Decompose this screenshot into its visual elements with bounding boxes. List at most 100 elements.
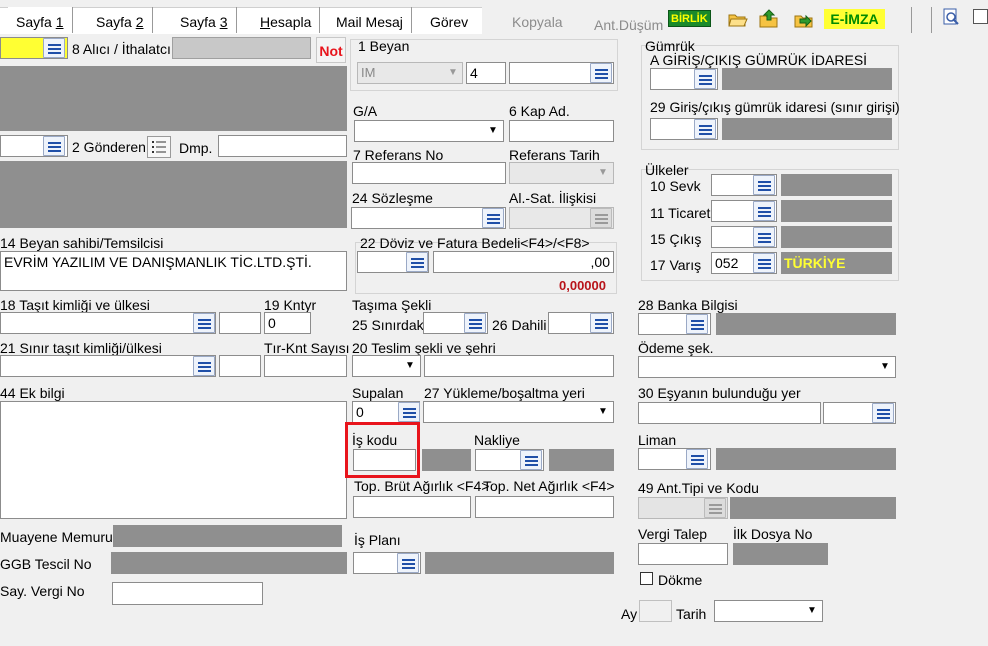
tir-knt-field[interactable] (264, 355, 347, 377)
list-icon[interactable] (147, 136, 171, 158)
net-agirlik-field[interactable] (475, 496, 614, 518)
option-checkbox[interactable] (973, 9, 988, 24)
beyan-picker-button[interactable] (590, 63, 612, 83)
alici-address-area (0, 66, 347, 131)
gonderen-picker-button[interactable] (43, 136, 65, 156)
liman-picker-button[interactable] (686, 449, 708, 469)
ay-field[interactable] (639, 600, 672, 622)
cikis-picker-button[interactable] (753, 227, 775, 247)
chevron-down-icon[interactable]: ▼ (876, 357, 894, 377)
esya-yer-field[interactable] (638, 402, 821, 424)
dokme-checkbox[interactable] (640, 572, 653, 585)
ga-label: G/A (353, 103, 378, 119)
ant-dusum-button[interactable]: Ant.Düşüm (594, 17, 663, 33)
chevron-down-icon[interactable]: ▼ (401, 356, 419, 376)
dmp-field[interactable] (218, 135, 347, 157)
search-document-icon[interactable] (942, 8, 960, 26)
yukleme-select[interactable] (423, 401, 614, 423)
tab-gorev[interactable]: Görev (422, 7, 476, 33)
varis-picker-button[interactable] (753, 253, 775, 273)
ticaret-picker-button[interactable] (753, 201, 775, 221)
folder-upload-icon[interactable] (758, 9, 780, 29)
vergi-no-label: Say. Vergi No (0, 583, 85, 599)
muayene-label: Muayene Memuru (0, 529, 113, 545)
folder-export-icon[interactable] (793, 9, 815, 29)
teslim-label: 20 Teslim şekli ve şehri (352, 340, 496, 356)
doviz-amount-field[interactable]: ,00 (433, 251, 614, 273)
beyan-sahibi-field[interactable]: EVRİM YAZILIM VE DANIŞMANLIK TİC.LTD.ŞTİ… (0, 251, 347, 291)
supalan-label: Supalan (352, 385, 404, 401)
giris-cikis-label: A GİRİŞ/ÇIKIŞ GÜMRÜK İDARESİ (650, 52, 868, 68)
is-plani-picker-button[interactable] (397, 553, 419, 573)
esya-yer-picker-button[interactable] (872, 403, 894, 423)
folder-open-icon[interactable] (727, 9, 749, 29)
tasit-picker-button[interactable] (193, 313, 215, 333)
is-plani-desc-field (425, 552, 614, 574)
tab-label-accel: 2 (135, 14, 144, 30)
tab-sayfa-3[interactable]: Sayfa 3 (172, 7, 237, 33)
odeme-select[interactable] (638, 356, 896, 378)
sevk-picker-button[interactable] (753, 175, 775, 195)
sinir-tasit-field[interactable] (0, 355, 216, 377)
chevron-down-icon[interactable]: ▼ (803, 601, 821, 621)
ant-tipi-label: 49 Ant.Tipi ve Kodu (638, 480, 759, 496)
banka-desc-field (716, 313, 896, 335)
kap-label: 6 Kap Ad. (509, 103, 570, 119)
tab-label: Sayfa (16, 14, 56, 30)
vergi-talep-field[interactable] (638, 543, 728, 565)
banka-picker-button[interactable] (686, 314, 708, 334)
alici-picker-button[interactable] (43, 38, 65, 58)
sinir-tasit-ulke-field[interactable] (219, 355, 261, 377)
sozlesme-label: 24 Sözleşme (352, 190, 433, 206)
is-kodu-field[interactable] (353, 449, 416, 471)
dahili-picker-button[interactable] (590, 313, 612, 333)
ulkeler-label: Ülkeler (645, 162, 689, 178)
beyan-no-field[interactable]: 4 (466, 62, 506, 84)
brut-agirlik-field[interactable] (353, 496, 471, 518)
sinir-tasit-picker-button[interactable] (193, 356, 215, 376)
chevron-down-icon[interactable]: ▼ (484, 121, 502, 141)
referans-field[interactable] (352, 162, 506, 184)
vergi-no-field[interactable] (112, 582, 263, 605)
tab-sayfa-1[interactable]: Sayfa 1 (8, 7, 73, 33)
yukleme-label: 27 Yükleme/boşaltma yeri (424, 385, 585, 401)
tir-knt-label: Tır-Knt Sayısı (264, 340, 350, 356)
sinirdaki-picker-button[interactable] (464, 313, 486, 333)
sozlesme-picker-button[interactable] (482, 208, 504, 228)
sinir-girisi-picker-button[interactable] (694, 119, 716, 139)
tab-label-accel: 3 (219, 14, 228, 30)
ticaret-label: 11 Ticaret (650, 205, 711, 221)
tab-hesapla[interactable]: Hesapla (252, 7, 321, 33)
sevk-label: 10 Sevk (650, 178, 701, 194)
toolbar-divider (911, 7, 912, 33)
ek-bilgi-field[interactable] (0, 401, 347, 519)
giris-cikis-picker-button[interactable] (694, 69, 716, 89)
tasit-field[interactable] (0, 312, 216, 334)
birlik-button[interactable]: BİRLİK (668, 10, 711, 27)
kap-field[interactable] (509, 120, 614, 142)
supalan-picker-button[interactable] (398, 402, 420, 422)
not-button[interactable]: Not (316, 37, 346, 63)
tab-mail-mesaj[interactable]: Mail Mesaj (328, 7, 412, 33)
ek-bilgi-label: 44 Ek bilgi (0, 385, 65, 401)
e-imza-button[interactable]: E-İMZA (824, 9, 885, 29)
doviz-picker-button[interactable] (406, 252, 428, 272)
odeme-label: Ödeme şek. (638, 340, 714, 356)
chevron-down-icon[interactable]: ▼ (594, 402, 612, 422)
ga-select[interactable] (354, 120, 504, 142)
beyan-label: 1 Beyan (358, 38, 410, 54)
is-kodu-desc-field (422, 449, 471, 471)
kopyala-button[interactable]: Kopyala (512, 14, 563, 30)
kntyr-label: 19 Kntyr (264, 297, 317, 313)
muayene-field (113, 525, 342, 547)
nakliye-picker-button[interactable] (520, 450, 542, 470)
tasit-ulke-field[interactable] (219, 312, 261, 334)
tab-sayfa-2[interactable]: Sayfa 2 (88, 7, 153, 33)
teslim-sehir-field[interactable] (424, 355, 614, 377)
sinir-girisi-desc-field (722, 118, 892, 140)
tab-label: Mail Mesaj (336, 14, 403, 30)
kntyr-field[interactable]: 0 (264, 312, 311, 334)
nakliye-label: Nakliye (474, 432, 520, 448)
giris-cikis-desc-field (722, 68, 892, 90)
chevron-down-icon[interactable]: ▼ (444, 63, 462, 83)
